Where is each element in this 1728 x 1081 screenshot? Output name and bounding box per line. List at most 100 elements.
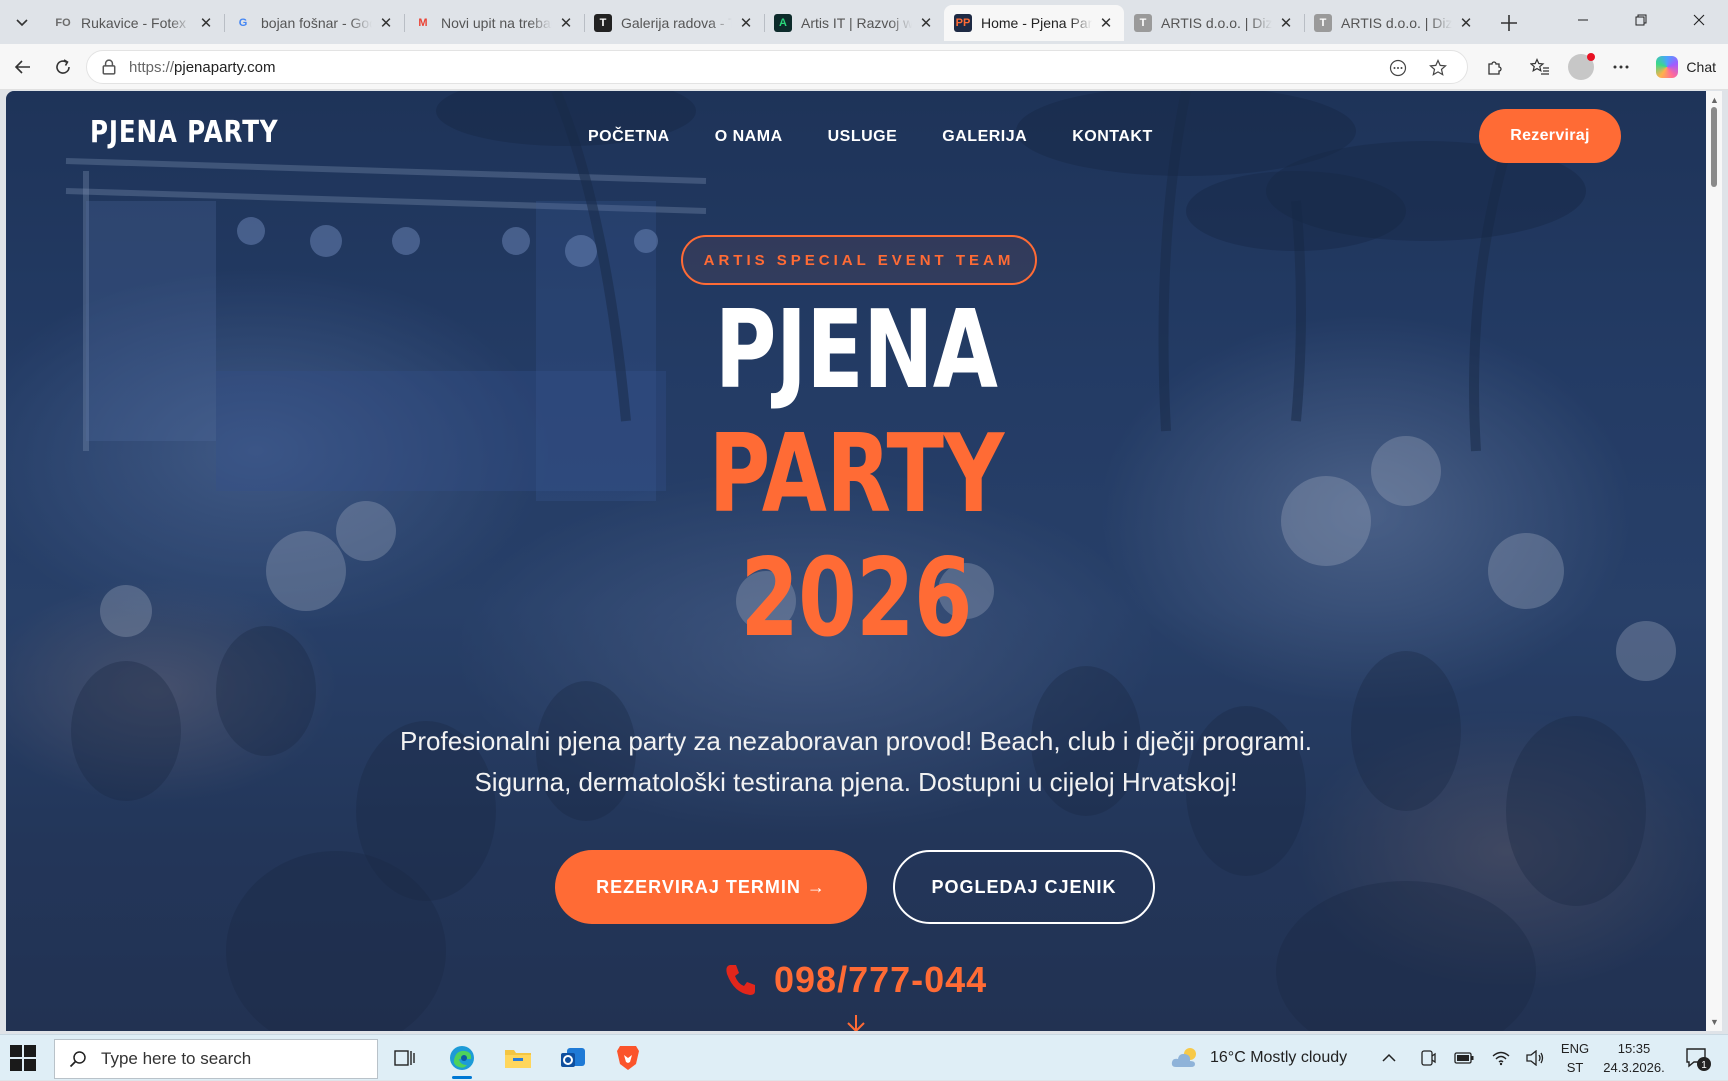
- extensions-button[interactable]: [1480, 52, 1510, 82]
- nav-link[interactable]: USLUGE: [828, 128, 898, 146]
- tab-title: Home - Pjena Party: [981, 15, 1092, 31]
- close-tab-icon[interactable]: ✕: [198, 14, 214, 32]
- close-tab-icon[interactable]: ✕: [1278, 14, 1294, 32]
- close-window-button[interactable]: [1670, 0, 1728, 40]
- browser-tab[interactable]: PP Home - Pjena Party ✕: [944, 5, 1124, 41]
- view-pricelist-button[interactable]: POGLEDAJ CJENIK: [893, 850, 1155, 924]
- favorites-list-icon: [1530, 58, 1549, 75]
- show-hidden-icons-button[interactable]: [1382, 1035, 1396, 1081]
- profile-avatar[interactable]: [1568, 53, 1595, 80]
- notification-icon: 1: [1686, 1048, 1711, 1071]
- edge-icon: [450, 1046, 474, 1070]
- page-scrollbar[interactable]: ▲ ▼: [1706, 91, 1722, 1031]
- weather-widget[interactable]: 16°C Mostly cloudy: [1170, 1035, 1347, 1081]
- battery-icon: [1454, 1052, 1474, 1064]
- wifi-icon: [1492, 1051, 1510, 1066]
- puzzle-icon: [1488, 61, 1502, 75]
- nav-link[interactable]: O NAMA: [715, 128, 783, 146]
- battery-indicator[interactable]: [1454, 1035, 1474, 1081]
- outlook-taskbar-icon[interactable]: [557, 1042, 589, 1074]
- minimize-icon: [1578, 19, 1588, 21]
- favorite-star-button[interactable]: [1423, 53, 1453, 83]
- browser-tab[interactable]: T ARTIS d.o.o. | Dizaj ✕: [1304, 5, 1484, 41]
- phone-number: 098/777-044: [774, 959, 988, 1000]
- task-view-icon: [394, 1050, 415, 1066]
- close-tab-icon[interactable]: ✕: [558, 14, 574, 32]
- reserve-date-button[interactable]: REZERVIRAJ TERMIN →: [555, 850, 867, 924]
- folder-icon: [505, 1050, 531, 1068]
- minimize-button[interactable]: [1554, 0, 1612, 40]
- tab-favicon-icon: FO: [55, 17, 71, 29]
- settings-more-button[interactable]: [1606, 52, 1636, 82]
- tab-actions-menu-button[interactable]: [6, 6, 38, 38]
- browser-tab[interactable]: T ARTIS d.o.o. | Dizaj ✕: [1124, 5, 1304, 41]
- tab-title: bojan fošnar - Goo: [261, 15, 372, 31]
- close-tab-icon[interactable]: ✕: [918, 14, 934, 32]
- site-info-icon[interactable]: [101, 59, 117, 75]
- hero-subtitle-line-2: Sigurna, dermatološki testirana pjena. D…: [474, 767, 1238, 797]
- tab-favicon-icon: T: [1314, 14, 1332, 32]
- scroll-down-arrow-icon[interactable]: ▼: [1710, 1017, 1719, 1027]
- window-controls: [1554, 0, 1728, 44]
- nav-link[interactable]: KONTAKT: [1072, 128, 1153, 146]
- site-logo[interactable]: PJENA PARTY: [90, 115, 278, 150]
- refresh-button[interactable]: [48, 52, 78, 82]
- brave-lion-icon: [617, 1046, 639, 1070]
- nav-link[interactable]: POČETNA: [588, 128, 670, 146]
- reading-mode-button[interactable]: [1383, 53, 1413, 83]
- close-tab-icon[interactable]: ✕: [1458, 14, 1474, 32]
- scrollbar-thumb[interactable]: [1711, 107, 1717, 187]
- browser-tab[interactable]: A Artis IT | Razvoj wel ✕: [764, 5, 944, 41]
- browser-tab[interactable]: FO Rukavice - Fotex ✕: [44, 5, 224, 41]
- tab-title: Rukavice - Fotex: [81, 15, 187, 31]
- new-tab-button[interactable]: [1494, 8, 1524, 38]
- tab-title: Artis IT | Razvoj wel: [801, 15, 912, 31]
- tab-title: ARTIS d.o.o. | Dizaj: [1161, 15, 1272, 31]
- url-text[interactable]: https://pjenaparty.com: [129, 59, 275, 76]
- copilot-chat-button[interactable]: Chat: [1656, 51, 1716, 83]
- browser-tab[interactable]: T Galerija radova - Tr ✕: [584, 5, 764, 41]
- back-button[interactable]: [8, 52, 38, 82]
- scroll-down-icon[interactable]: [844, 1013, 868, 1031]
- volume-indicator[interactable]: [1525, 1035, 1545, 1081]
- ellipsis-icon: [1613, 65, 1629, 69]
- close-tab-icon[interactable]: ✕: [738, 14, 754, 32]
- hero-title-line-1: PJENA: [714, 288, 998, 413]
- hero-title-line-2: PARTY: [708, 412, 1005, 537]
- scroll-up-arrow-icon[interactable]: ▲: [1710, 95, 1719, 105]
- system-clock[interactable]: 15:35 24.3.2026.: [1594, 1039, 1674, 1077]
- url-host: pjenaparty.com: [174, 58, 276, 76]
- start-button[interactable]: [10, 1045, 36, 1071]
- edge-taskbar-icon[interactable]: [446, 1042, 478, 1079]
- close-tab-icon[interactable]: ✕: [1098, 14, 1114, 32]
- browser-tabstrip: FO Rukavice - Fotex ✕ Gbojan fošnar - Goo ✕ M…: [0, 0, 1728, 44]
- page-viewport: PJENA PARTY POČETNA O NAMA USLUGE GALERIJA K…: [6, 91, 1706, 1031]
- nav-link[interactable]: GALERIJA: [942, 128, 1027, 146]
- restore-button[interactable]: [1612, 0, 1670, 40]
- tab-favicon-icon: PP: [954, 14, 972, 32]
- meet-now-button[interactable]: [1419, 1035, 1437, 1081]
- notification-center-button[interactable]: 1: [1684, 1044, 1712, 1072]
- star-icon: [1429, 59, 1447, 76]
- taskbar-search-box[interactable]: Type here to search: [54, 1039, 378, 1079]
- event-team-badge: ARTIS SPECIAL EVENT TEAM: [681, 235, 1037, 285]
- copilot-icon: [1656, 56, 1679, 78]
- favorites-button[interactable]: [1525, 52, 1555, 82]
- task-view-button[interactable]: [389, 1042, 421, 1074]
- phone-icon: [726, 965, 755, 995]
- chevron-down-icon: [16, 19, 28, 27]
- browser-tab[interactable]: Gbojan fošnar - Goo ✕: [224, 5, 404, 41]
- outlook-icon: [561, 1048, 585, 1067]
- header-reserve-button[interactable]: Rezerviraj: [1479, 109, 1621, 163]
- notification-count: 1: [1701, 1060, 1707, 1071]
- hero-title-line-3: 2026: [740, 536, 972, 661]
- brave-taskbar-icon[interactable]: [612, 1042, 644, 1074]
- tab-title: ARTIS d.o.o. | Dizaj: [1341, 15, 1452, 31]
- file-explorer-taskbar-icon[interactable]: [502, 1042, 534, 1074]
- close-tab-icon[interactable]: ✕: [378, 14, 394, 32]
- input-language-indicator[interactable]: ENG ST: [1560, 1039, 1590, 1077]
- network-indicator[interactable]: [1491, 1035, 1511, 1081]
- phone-link[interactable]: 098/777-044: [722, 959, 987, 1001]
- address-bar[interactable]: https://pjenaparty.com: [86, 50, 1468, 84]
- browser-tab[interactable]: M Novi upit na treban ✕: [404, 5, 584, 41]
